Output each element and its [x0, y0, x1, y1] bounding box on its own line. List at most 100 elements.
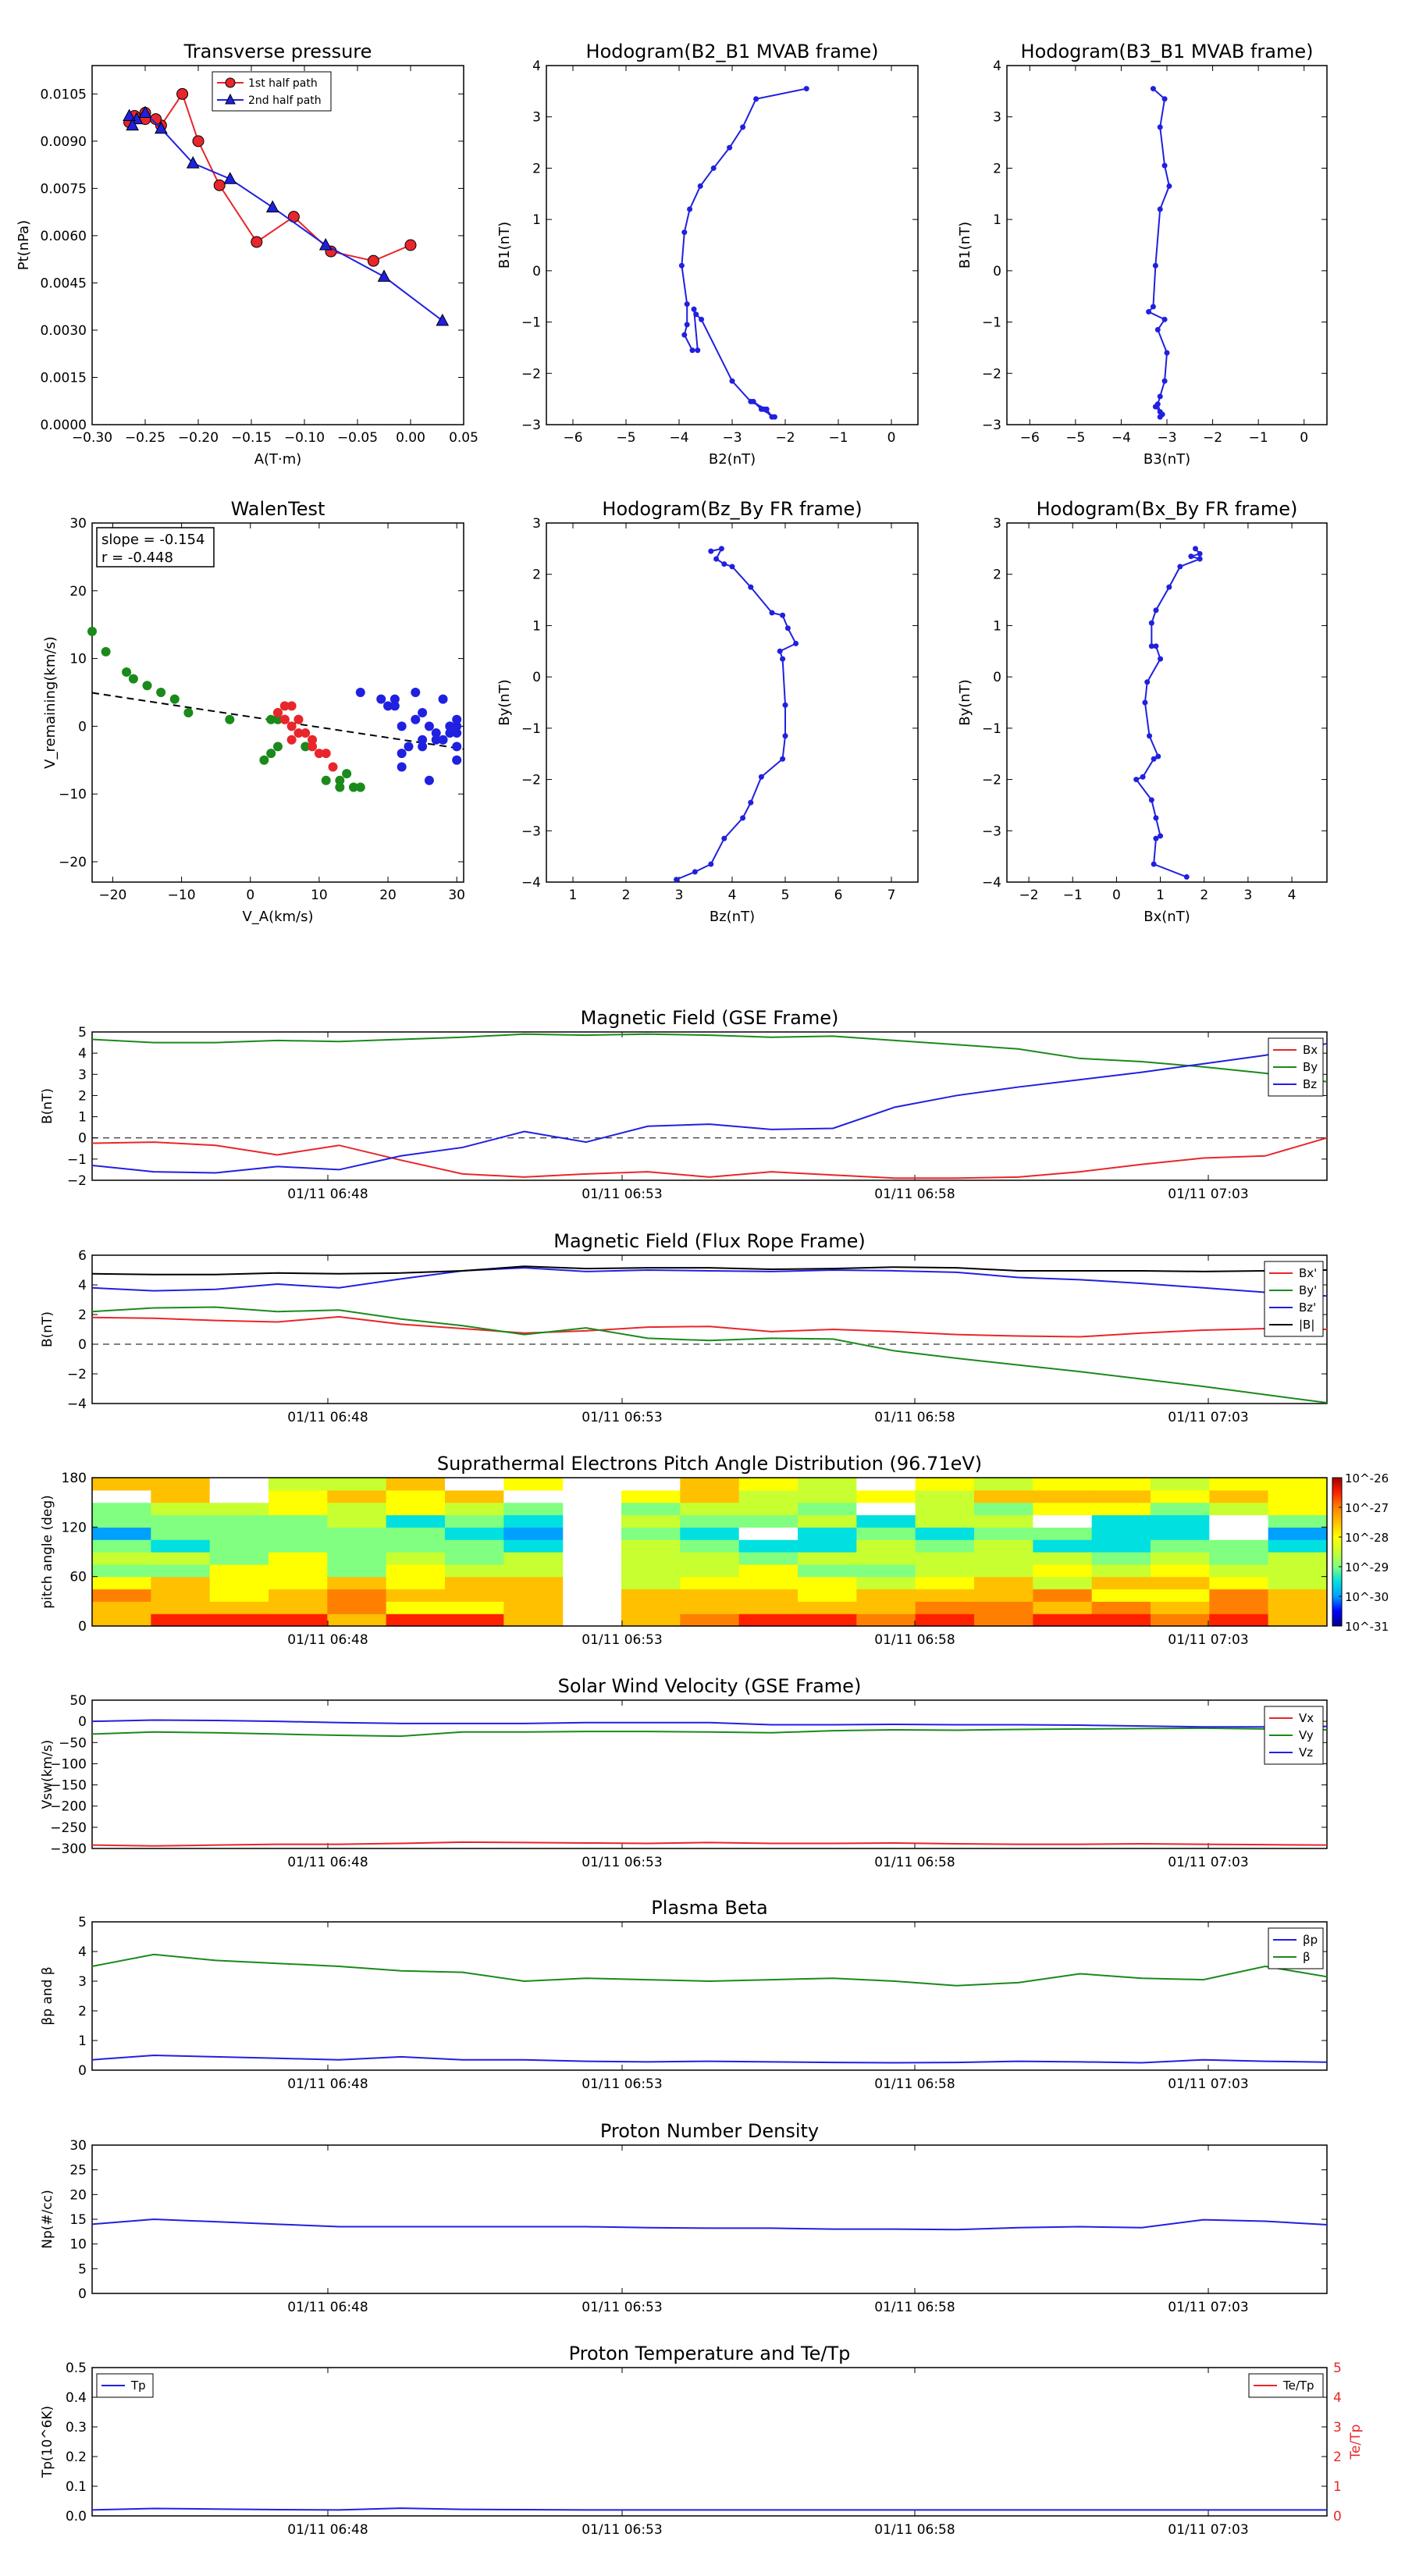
tp-point-1st — [213, 179, 226, 191]
pad-cell — [621, 1514, 681, 1528]
h3-ytick-label: −1 — [521, 721, 541, 737]
h2-ytick-label: −1 — [982, 315, 1001, 331]
pad-cell — [503, 1564, 564, 1578]
walen-point-red — [293, 714, 304, 724]
pad-title: Suprathermal Electrons Pitch Angle Distr… — [437, 1453, 982, 1475]
walen-point-blue — [452, 742, 462, 752]
walen-point-blue — [438, 735, 448, 745]
bfr-ytick-label: 0 — [78, 1337, 87, 1353]
pad-cell — [386, 1527, 446, 1540]
pad-cell — [1091, 1601, 1151, 1614]
h4-ytick-label: −4 — [982, 875, 1001, 891]
walen-point-blue — [424, 775, 434, 785]
bgse-title: Magnetic Field (GSE Frame) — [581, 1007, 839, 1029]
tp2-y2label: Te/Tp — [1348, 2425, 1364, 2460]
pad-cell — [269, 1601, 328, 1614]
pad-cell — [856, 1489, 916, 1503]
h2-xtick-label: −3 — [1157, 430, 1176, 446]
h3-point — [748, 799, 754, 806]
pad-cell — [445, 1614, 504, 1627]
pad-cell — [1268, 1527, 1328, 1540]
pad-colorbar-label: 10^-26 — [1345, 1471, 1389, 1485]
pad-cell — [974, 1576, 1033, 1590]
walen-ytick-label: 20 — [69, 584, 87, 600]
walen-point-blue — [452, 728, 462, 738]
h4-point — [1153, 643, 1159, 649]
walen-xtick-label: 0 — [246, 888, 254, 903]
h2-point — [1164, 350, 1170, 356]
h3-xtick-label: 6 — [834, 888, 843, 903]
h4-ytick-label: −1 — [982, 721, 1001, 737]
pad-cell — [503, 1589, 564, 1602]
tp-xtick-label: −0.25 — [125, 430, 165, 446]
vsw-ytick-label: −50 — [59, 1735, 87, 1751]
pad-cell — [92, 1539, 151, 1553]
vsw-xtick-label: 01/11 06:53 — [582, 1855, 662, 1870]
pad-cell — [327, 1478, 387, 1491]
bfr-legend-label-0: Bx' — [1299, 1266, 1317, 1280]
pad-cell — [915, 1564, 975, 1578]
h1-ytick-label: 4 — [532, 59, 541, 74]
pad-cell — [915, 1589, 975, 1602]
tp-point-1st — [404, 239, 417, 251]
bfr-legend-label-3: |B| — [1299, 1318, 1314, 1332]
np-ylabel: Np(#/cc) — [40, 2190, 55, 2248]
h1-point — [699, 316, 705, 322]
pad-cell — [974, 1489, 1033, 1503]
h2-point — [1161, 378, 1168, 384]
bfr-ytick-label: 2 — [78, 1308, 87, 1323]
bgse-ytick-label: 3 — [78, 1067, 87, 1083]
pad-cell — [269, 1489, 328, 1503]
h3-xtick-label: 4 — [728, 888, 737, 903]
h1-point — [684, 322, 690, 328]
pad-cell — [269, 1514, 328, 1528]
pad-cell — [1091, 1514, 1151, 1528]
h3-point — [729, 564, 735, 570]
vsw-ytick-label: −150 — [50, 1778, 87, 1794]
pad-cell — [92, 1589, 151, 1602]
h4-point — [1142, 699, 1148, 706]
bgse-frame — [91, 1031, 1328, 1181]
h1-point — [697, 183, 703, 189]
tp2-series-Tp — [91, 2507, 1327, 2511]
pad-cell — [974, 1514, 1033, 1528]
pad-cell — [621, 1552, 681, 1565]
pad-cell — [915, 1478, 975, 1491]
pad-cell — [974, 1527, 1033, 1540]
np-ytick-label: 0 — [78, 2286, 87, 2302]
walen-point-red — [279, 714, 290, 724]
h3-point — [740, 815, 746, 821]
pad-cell — [445, 1502, 504, 1516]
h1-frame — [546, 65, 919, 425]
h2-point — [1161, 162, 1168, 169]
h4-point — [1177, 564, 1183, 570]
pad-cell — [503, 1576, 564, 1590]
h4-point — [1197, 550, 1203, 557]
walen-point-blue — [404, 742, 414, 752]
pad-cell — [386, 1478, 446, 1491]
h2-point — [1161, 316, 1168, 322]
pad-cell — [209, 1552, 269, 1565]
tp2-y2tick-label: 1 — [1333, 2479, 1342, 2495]
pad-cell — [856, 1514, 916, 1528]
tp-xtick-label: −0.15 — [231, 430, 272, 446]
h4-point — [1148, 620, 1154, 626]
pad-cell — [445, 1539, 504, 1553]
pad-cell — [151, 1589, 211, 1602]
pad-cell — [269, 1502, 328, 1516]
pad-colorbar-label: 10^-30 — [1345, 1590, 1389, 1604]
pad-cell — [269, 1478, 328, 1491]
h4-point — [1151, 756, 1157, 762]
tp-xtick-label: 0.00 — [396, 430, 425, 446]
beta-ytick-label: 4 — [78, 1944, 87, 1960]
h3-point — [748, 584, 754, 590]
walen-point-red — [321, 749, 331, 759]
tp-xtick-label: 0.05 — [449, 430, 478, 446]
walen-point-green — [335, 782, 345, 792]
vsw-series-Vz — [91, 1719, 1328, 1728]
walen-point-green — [169, 694, 180, 704]
tp-legend-label-2: 2nd half path — [248, 94, 322, 107]
h1-point — [681, 332, 688, 338]
vsw-ytick-label: −100 — [50, 1756, 87, 1772]
tp2-ytick-label: 0.3 — [66, 2420, 87, 2435]
